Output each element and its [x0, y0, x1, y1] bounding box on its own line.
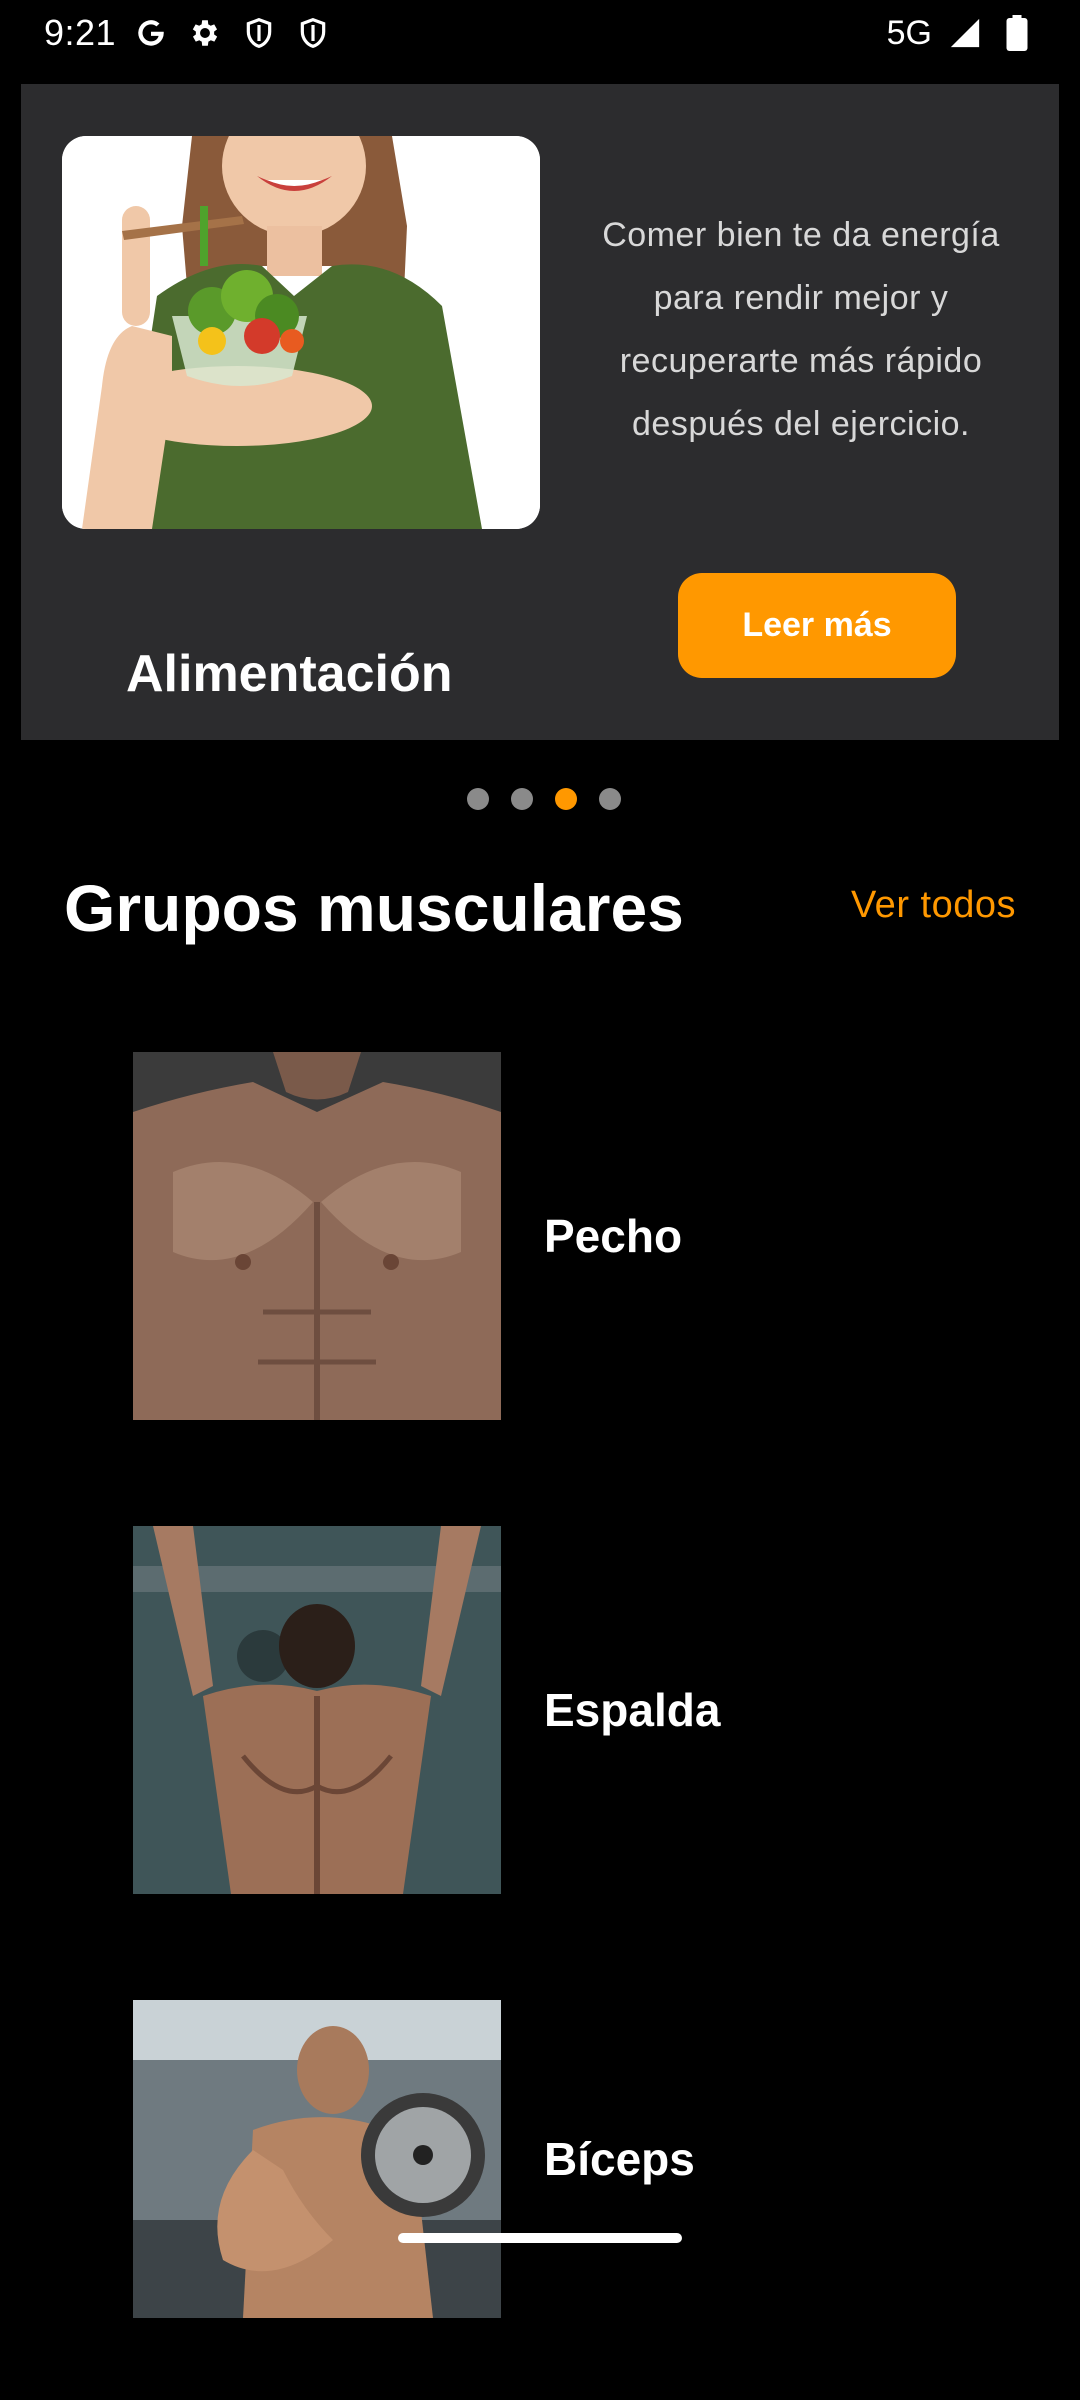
signal-icon	[946, 14, 984, 52]
promo-image	[62, 136, 540, 529]
muscle-label: Bíceps	[544, 2133, 695, 2185]
carousel-dot[interactable]	[467, 788, 489, 810]
status-left: 9:21	[44, 12, 332, 54]
carousel-dot-active[interactable]	[555, 788, 577, 810]
status-bar: 9:21 5G	[0, 0, 1080, 66]
muscle-item-biceps[interactable]: Bíceps	[133, 2000, 1033, 2318]
status-right: 5G	[887, 14, 1036, 53]
back-image	[133, 1526, 501, 1894]
status-time: 9:21	[44, 12, 117, 53]
carousel-indicator	[4, 788, 1080, 810]
google-icon	[132, 14, 170, 52]
see-all-link[interactable]: Ver todos	[851, 884, 1016, 927]
read-more-button[interactable]: Leer más	[678, 573, 956, 678]
carousel-dot[interactable]	[599, 788, 621, 810]
muscle-item-pecho[interactable]: Pecho	[133, 1052, 1033, 1420]
muscle-item-espalda[interactable]: Espalda	[133, 1526, 1033, 1894]
shield-icon	[240, 14, 278, 52]
section-title: Grupos musculares	[64, 871, 684, 945]
carousel-dot[interactable]	[511, 788, 533, 810]
shield-icon	[294, 14, 332, 52]
biceps-image	[133, 2000, 501, 2318]
home-indicator[interactable]	[398, 2233, 682, 2243]
chest-image	[133, 1052, 501, 1420]
screen: 9:21 5G Comer bien te da energía para re…	[0, 0, 1080, 2400]
battery-icon	[998, 14, 1036, 52]
network-type: 5G	[886, 13, 932, 52]
muscle-label: Espalda	[544, 1684, 721, 1736]
promo-card[interactable]: Comer bien te da energía para rendir mej…	[21, 84, 1059, 740]
muscle-label: Pecho	[544, 1210, 683, 1262]
settings-icon	[186, 14, 224, 52]
promo-title: Alimentación	[126, 645, 453, 703]
promo-description: Comer bien te da energía para rendir mej…	[602, 216, 1000, 443]
